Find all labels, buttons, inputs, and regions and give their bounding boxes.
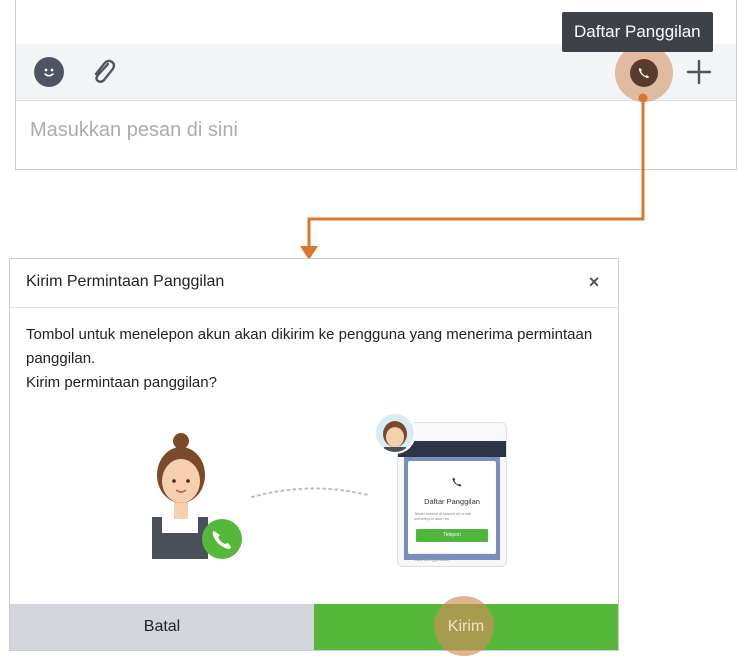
close-icon[interactable]: × [584, 271, 604, 293]
cancel-button[interactable]: Batal [10, 604, 314, 650]
avatar [374, 412, 416, 454]
call-list-button[interactable] [615, 44, 673, 102]
emoji-icon[interactable] [34, 57, 64, 87]
send-button-label: Kirim [447, 618, 485, 635]
phone-card-title: Daftar Panggilan [424, 497, 480, 506]
phone-call-icon [452, 477, 462, 487]
dialog-footer: Batal Kirim [10, 596, 618, 656]
dotted-connection [251, 487, 369, 498]
dialog-description: Tombol untuk menelepon akun akan dikirim… [26, 326, 593, 367]
paperclip-icon[interactable] [88, 54, 118, 90]
call-icon [630, 59, 658, 87]
dialog-question: Kirim permintaan panggilan? [26, 374, 217, 391]
phone-card-text: Tekan tombol di bawah ini untuk menelepo… [414, 511, 471, 521]
call-request-dialog: Kirim Permintaan Panggilan × Tombol untu… [9, 258, 619, 656]
dialog-body: Tombol untuk menelepon akun akan dikirim… [26, 323, 606, 395]
woman-illustration [152, 433, 242, 559]
call-list-tooltip: Daftar Panggilan [562, 12, 713, 52]
send-button[interactable]: Kirim [314, 596, 618, 656]
phone-mockup: Daftar Panggilan Tekan tombol di bawah i… [397, 422, 507, 567]
phone-header-bar [398, 441, 506, 457]
phone-screen: Daftar Panggilan Tekan tombol di bawah i… [404, 457, 500, 562]
message-input[interactable]: Masukkan pesan di sini [16, 101, 736, 168]
plus-icon[interactable] [683, 56, 715, 88]
message-placeholder: Masukkan pesan di sini [30, 119, 238, 141]
phone-card-button: Telepon [416, 529, 488, 542]
composer-toolbar [16, 44, 736, 102]
phone-card: Daftar Panggilan Tekan tombol di bawah i… [408, 461, 496, 562]
phone-card-link: Cara Menggunakan [414, 553, 490, 562]
dialog-header: Kirim Permintaan Panggilan × [10, 259, 618, 308]
dialog-title: Kirim Permintaan Panggilan [26, 273, 225, 290]
